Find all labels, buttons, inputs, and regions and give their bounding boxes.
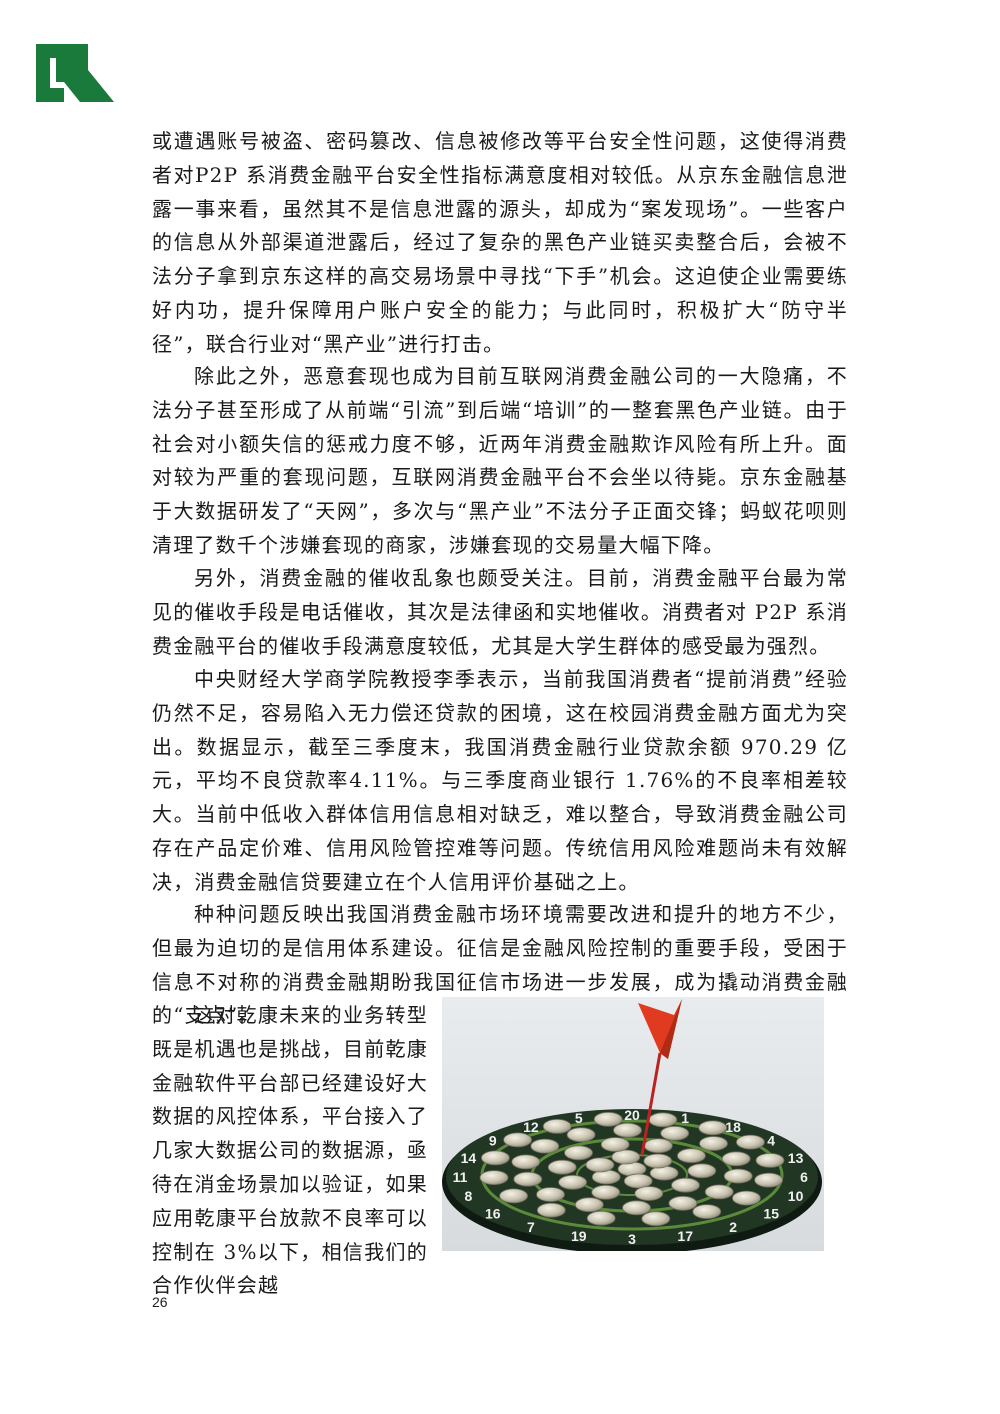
board-number: 15 bbox=[763, 1205, 779, 1221]
board-number: 9 bbox=[489, 1133, 497, 1149]
coin bbox=[668, 1195, 698, 1211]
paragraph-malicious-cashout: 除此之外，恶意套现也成为目前互联网消费金融公司的一大隐痛，不法分子甚至形成了从前… bbox=[152, 364, 848, 557]
coin bbox=[564, 1145, 593, 1161]
board-number: 1 bbox=[681, 1110, 689, 1126]
coin bbox=[623, 1173, 653, 1189]
coin bbox=[754, 1172, 784, 1188]
dartboard-coins-image: 20 1 18 4 13 6 10 15 2 17 3 19 7 16 8 11 14 9 12 5 bbox=[442, 997, 824, 1251]
coin bbox=[660, 1125, 690, 1141]
coin bbox=[511, 1154, 541, 1170]
board-number: 11 bbox=[453, 1169, 468, 1185]
coin bbox=[611, 1149, 641, 1165]
coin bbox=[591, 1184, 621, 1200]
coin bbox=[687, 1163, 717, 1179]
company-logo bbox=[36, 44, 114, 102]
board-number: 10 bbox=[788, 1188, 804, 1204]
coin bbox=[735, 1134, 765, 1150]
board-number: 5 bbox=[575, 1110, 583, 1126]
coin bbox=[536, 1187, 565, 1202]
board-number: 19 bbox=[571, 1228, 587, 1244]
board-number: 2 bbox=[729, 1219, 737, 1235]
coin bbox=[648, 1112, 678, 1128]
coin bbox=[622, 1200, 651, 1216]
coin bbox=[600, 1137, 630, 1152]
coin bbox=[513, 1171, 543, 1187]
coin bbox=[704, 1184, 734, 1200]
coin bbox=[676, 1148, 706, 1164]
coin bbox=[574, 1197, 604, 1213]
board-number: 17 bbox=[677, 1228, 693, 1244]
coin bbox=[530, 1138, 560, 1154]
coin bbox=[699, 1136, 728, 1151]
coin bbox=[731, 1190, 761, 1206]
board-number: 12 bbox=[523, 1119, 539, 1135]
coin bbox=[721, 1151, 751, 1167]
board-number: 8 bbox=[465, 1188, 473, 1204]
coin bbox=[723, 1168, 753, 1184]
board-number: 20 bbox=[624, 1107, 640, 1123]
coin bbox=[481, 1150, 510, 1166]
coin bbox=[643, 1138, 673, 1154]
paragraph-account-security: 或遭遇账号被盗、密码篡改、信息被修改等平台安全性问题，这使得消费者对P2P 系消… bbox=[152, 129, 848, 356]
board-number: 3 bbox=[628, 1231, 636, 1247]
coin bbox=[558, 1174, 588, 1190]
coin bbox=[643, 1153, 673, 1169]
coin bbox=[542, 1118, 572, 1134]
coin bbox=[593, 1111, 623, 1127]
board-number: 7 bbox=[527, 1219, 535, 1235]
paragraph-qiankang-opportunity: 这对乾康未来的业务转型既是机遇也是挑战，目前乾康金融软件平台部已经建设好大数据的… bbox=[152, 1003, 428, 1298]
coin bbox=[591, 1169, 621, 1185]
coin bbox=[755, 1152, 785, 1168]
paragraph-professor-comment: 中央财经大学商学院教授李季表示，当前我国消费者“提前消费”经验仍然不足，容易陷入… bbox=[152, 667, 848, 894]
coin bbox=[585, 1157, 615, 1173]
coin bbox=[586, 1210, 616, 1226]
coin bbox=[671, 1177, 700, 1193]
board-number: 13 bbox=[788, 1150, 804, 1166]
paragraph-debt-collection: 另外，消费金融的催收乱象也颇受关注。目前，消费金融平台最为常见的催收手段是电话催… bbox=[152, 566, 848, 658]
board-number: 6 bbox=[800, 1169, 808, 1185]
coin bbox=[641, 1211, 671, 1227]
coin bbox=[547, 1159, 577, 1175]
coin bbox=[503, 1132, 532, 1148]
board-number: 18 bbox=[725, 1119, 741, 1135]
page-number: 26 bbox=[152, 1294, 168, 1310]
board-number: 4 bbox=[767, 1133, 775, 1149]
coin bbox=[479, 1170, 509, 1186]
coin bbox=[499, 1188, 528, 1204]
coin bbox=[649, 1165, 679, 1181]
coin bbox=[613, 1122, 642, 1138]
dartboard-illustration: 20 1 18 4 13 6 10 15 2 17 3 19 7 16 8 11 14 9 12 5 bbox=[442, 997, 824, 1251]
coin bbox=[692, 1204, 722, 1220]
coin bbox=[566, 1127, 596, 1143]
coin bbox=[536, 1202, 566, 1218]
coin bbox=[634, 1186, 664, 1201]
board-number: 14 bbox=[461, 1150, 477, 1166]
coin bbox=[698, 1120, 728, 1136]
board-number: 16 bbox=[485, 1205, 501, 1221]
